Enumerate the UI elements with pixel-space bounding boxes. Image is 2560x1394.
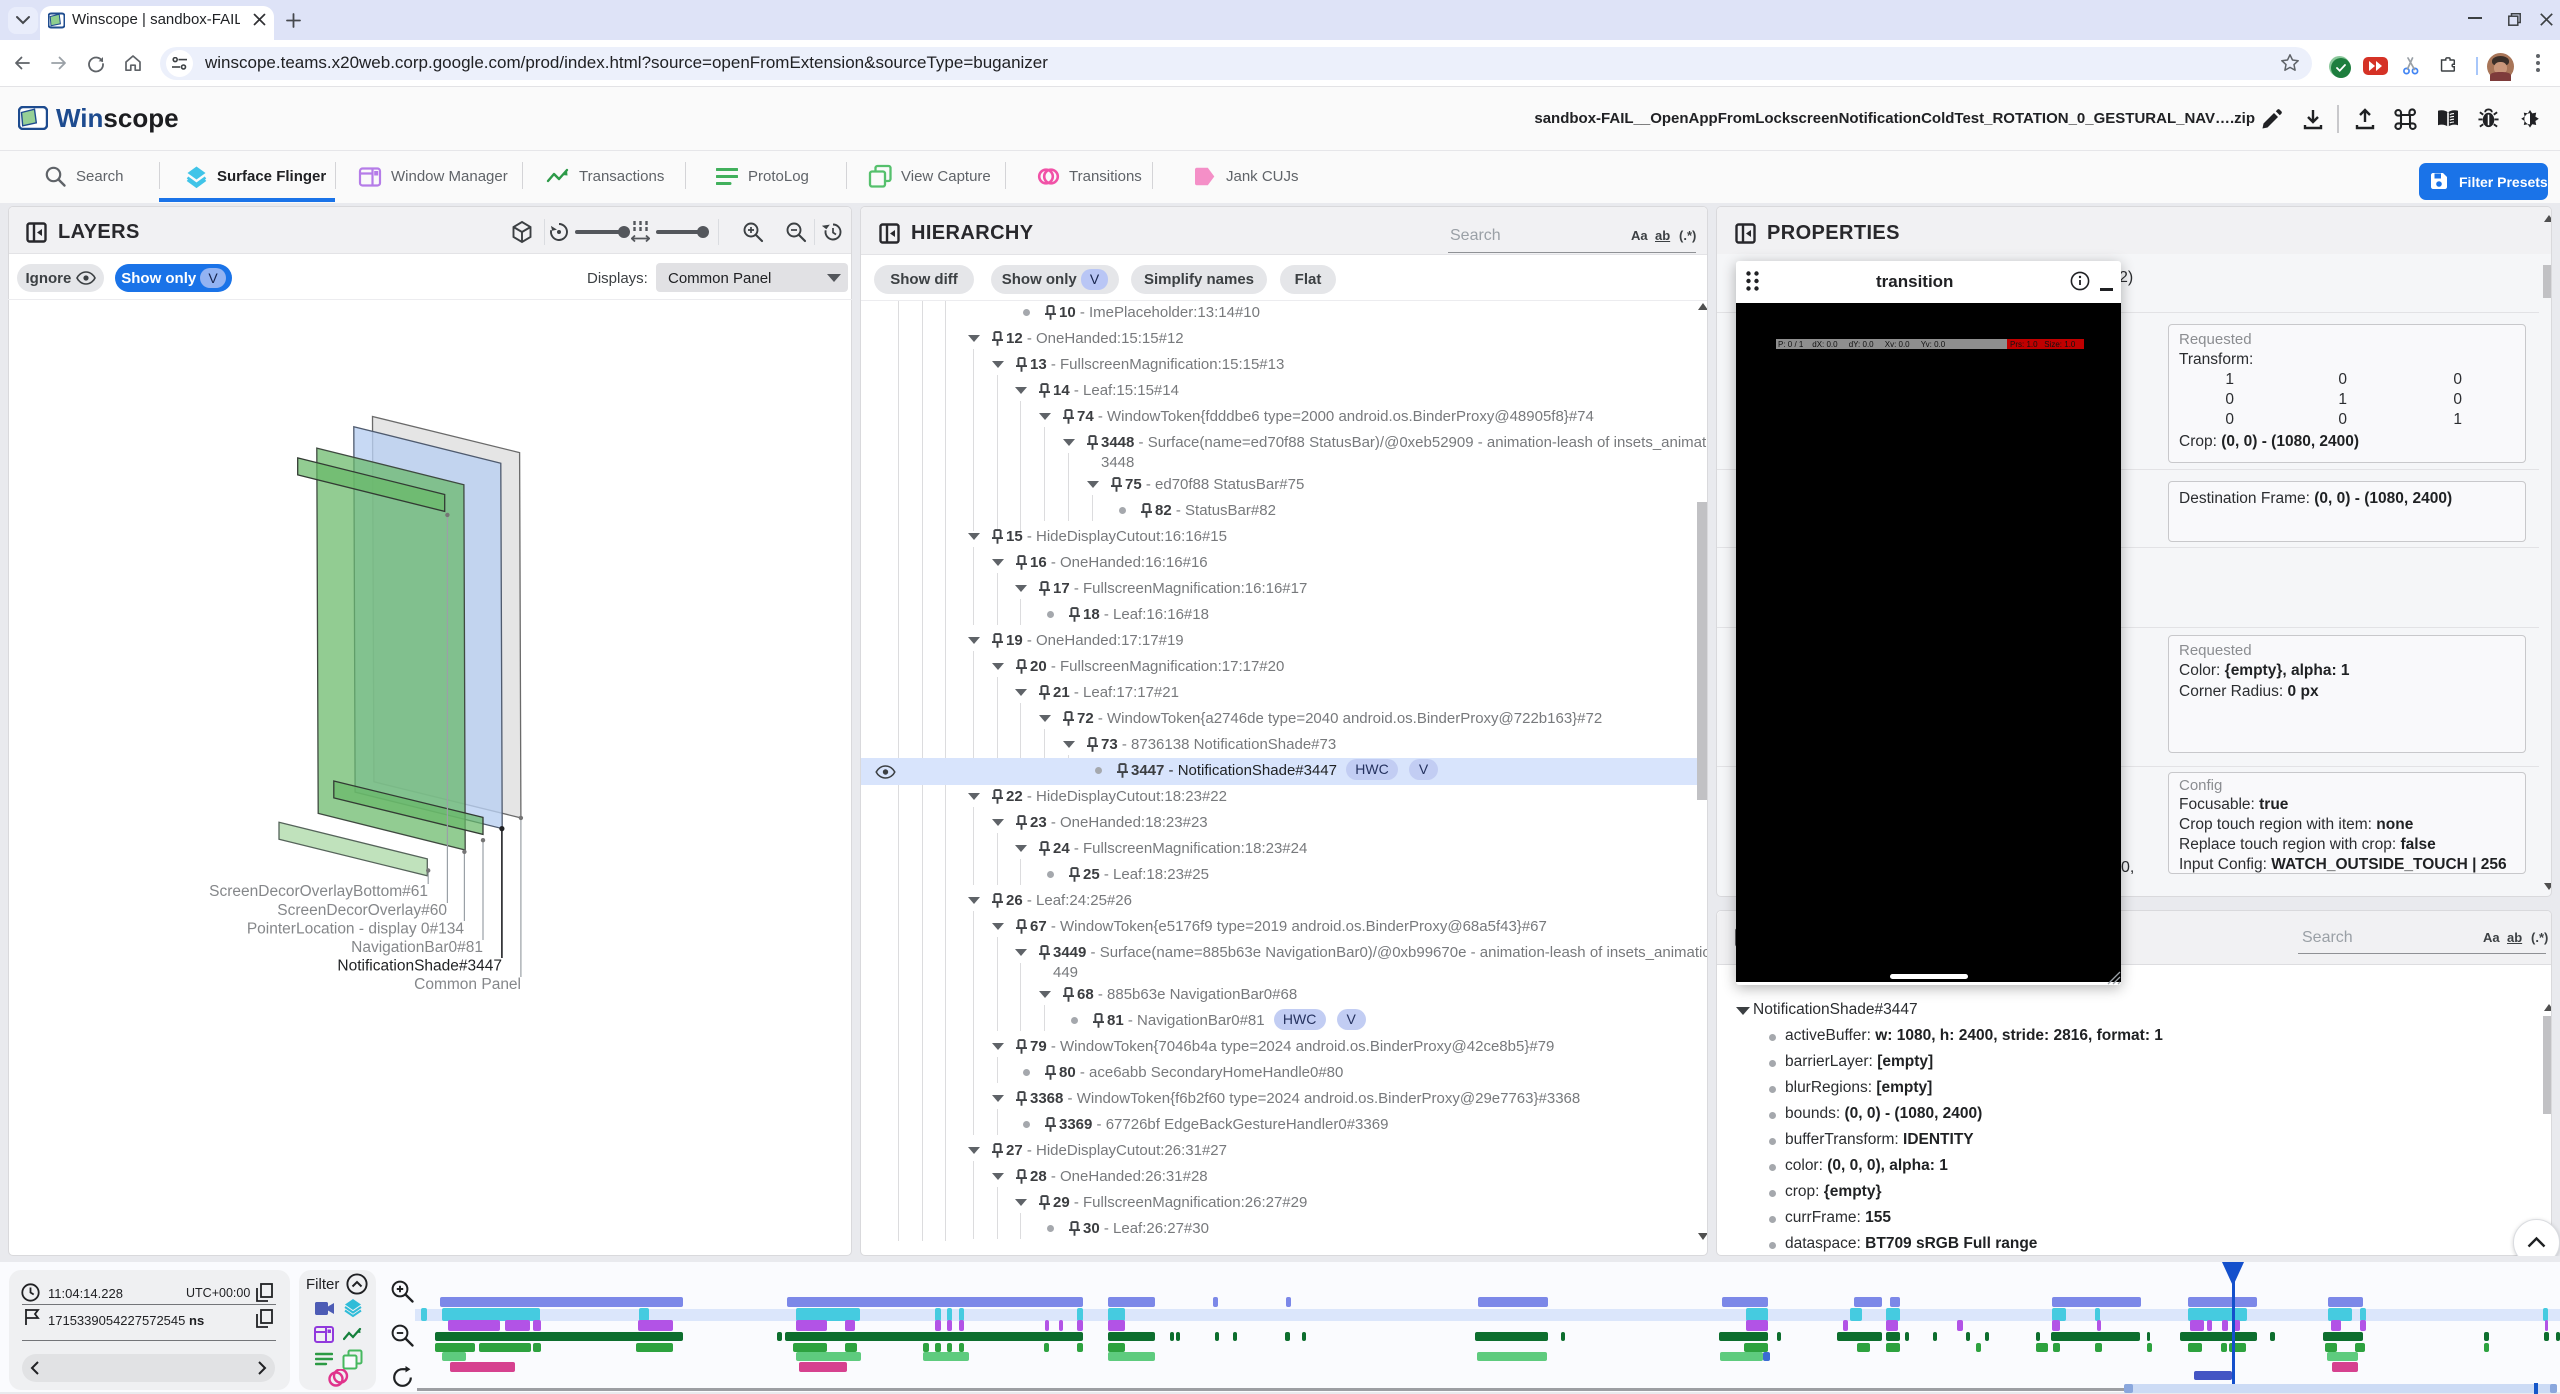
svg-text:ScreenDecorOverlayBottom#61: ScreenDecorOverlayBottom#61 [209, 883, 428, 900]
svg-text:ScreenDecorOverlay#60: ScreenDecorOverlay#60 [277, 902, 447, 919]
svg-text:NavigationBar0#81: NavigationBar0#81 [351, 939, 483, 956]
svg-text:Common Panel: Common Panel [414, 976, 521, 993]
svg-text:NotificationShade#3447: NotificationShade#3447 [337, 958, 502, 975]
svg-text:PointerLocation - display 0#13: PointerLocation - display 0#134 [247, 921, 465, 938]
